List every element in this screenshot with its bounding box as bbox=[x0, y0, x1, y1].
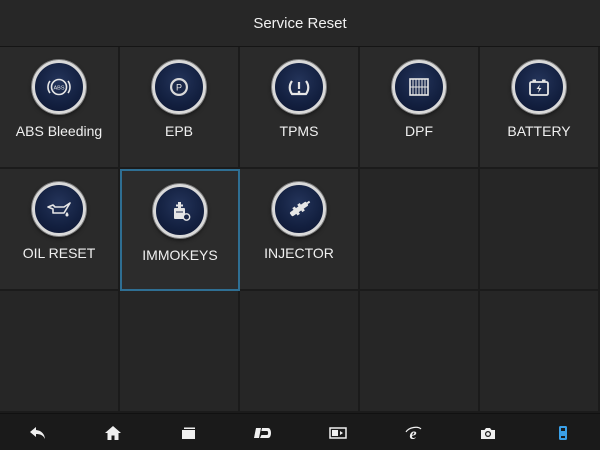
tile-label: TPMS bbox=[279, 123, 319, 139]
tile-tpms[interactable]: TPMS bbox=[240, 47, 360, 169]
service-reset-screen: Service Reset ABS ABS Bleeding P EPB TPM… bbox=[0, 0, 600, 450]
tile-label: BATTERY bbox=[507, 123, 571, 139]
bottom-nav-bar: e bbox=[0, 413, 600, 450]
tile-dpf[interactable]: DPF bbox=[360, 47, 480, 169]
battery-icon bbox=[512, 60, 566, 114]
tile-label: IMMOKEYS bbox=[142, 247, 218, 263]
dpf-filter-icon bbox=[392, 60, 446, 114]
tile-label: DPF bbox=[405, 123, 433, 139]
abs-icon: ABS bbox=[32, 60, 86, 114]
immokey-icon bbox=[153, 184, 207, 238]
injector-icon bbox=[272, 182, 326, 236]
page-title: Service Reset bbox=[253, 14, 347, 32]
tile-battery[interactable]: BATTERY bbox=[480, 47, 600, 169]
tile-label: INJECTOR bbox=[264, 245, 334, 261]
camera-icon bbox=[480, 427, 495, 439]
vci-connection-button[interactable] bbox=[543, 418, 583, 448]
display-settings-button[interactable] bbox=[318, 418, 358, 448]
vci-connector-icon bbox=[558, 425, 567, 440]
tile-label: EPB bbox=[164, 123, 193, 139]
svg-text:P: P bbox=[176, 83, 182, 93]
windows-icon bbox=[181, 427, 195, 439]
svg-text:ABS: ABS bbox=[53, 85, 64, 91]
tile-epb[interactable]: P EPB bbox=[120, 47, 240, 169]
recent-apps-button[interactable] bbox=[168, 418, 208, 448]
back-arrow-icon bbox=[29, 426, 45, 439]
empty-cell bbox=[480, 169, 600, 291]
browser-button[interactable]: e bbox=[393, 418, 433, 448]
tile-label: OIL RESET bbox=[22, 245, 96, 261]
brand-app-button[interactable] bbox=[243, 418, 283, 448]
oil-can-icon bbox=[32, 182, 86, 236]
title-bar: Service Reset bbox=[0, 0, 600, 47]
camera-button[interactable] bbox=[468, 418, 508, 448]
browser-icon: e bbox=[404, 426, 421, 443]
empty-cell bbox=[0, 291, 120, 413]
display-settings-icon bbox=[328, 426, 347, 439]
home-button[interactable] bbox=[93, 418, 133, 448]
empty-cell bbox=[360, 169, 480, 291]
brand-logo-icon bbox=[253, 427, 271, 438]
tile-label: ABS Bleeding bbox=[15, 123, 103, 139]
empty-cell bbox=[480, 291, 600, 413]
tire-pressure-icon bbox=[272, 60, 326, 114]
empty-cell bbox=[360, 291, 480, 413]
parking-brake-icon: P bbox=[152, 60, 206, 114]
empty-cell bbox=[120, 291, 240, 413]
tile-immokeys[interactable]: IMMOKEYS bbox=[120, 169, 240, 291]
service-grid: ABS ABS Bleeding P EPB TPMS DPF BATTERY … bbox=[0, 47, 600, 413]
tile-injector[interactable]: INJECTOR bbox=[240, 169, 360, 291]
home-icon bbox=[104, 425, 121, 440]
tile-abs-bleeding[interactable]: ABS ABS Bleeding bbox=[0, 47, 120, 169]
tile-oil-reset[interactable]: OIL RESET bbox=[0, 169, 120, 291]
empty-cell bbox=[240, 291, 360, 413]
back-button[interactable] bbox=[18, 418, 58, 448]
